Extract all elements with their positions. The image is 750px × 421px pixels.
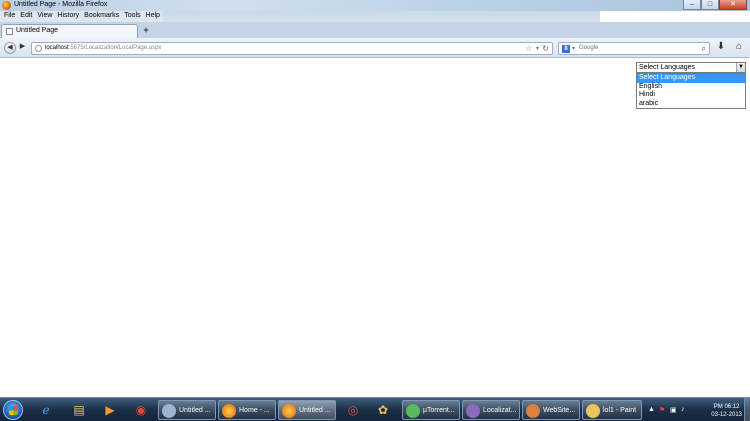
url-text[interactable]: localhost:5675/Localization/LocalPage.as… [45,45,161,51]
task-label: lol1 - Paint [603,407,637,414]
search-engine-icon[interactable]: 8 [562,45,570,53]
paint-icon [586,404,600,418]
task-label: Untitled ... [299,407,331,414]
search-input[interactable]: Google [579,45,598,51]
system-tray: ▲ ⚑ ▣ ♪ PM 06:12 03-12-2013 [645,400,750,420]
task-label: Home - ... [239,407,270,414]
language-option-select[interactable]: Select Languages [637,74,745,83]
app-icon [162,404,176,418]
menu-history[interactable]: History [55,11,82,22]
internet-explorer-icon[interactable]: ℯ [35,400,57,420]
menu-edit[interactable]: Edit [18,11,35,22]
search-engine-dropdown-icon[interactable]: ▾ [572,45,575,52]
menu-bar: File Edit View History Bookmarks Tools H… [0,11,163,22]
search-icon[interactable]: ⌕ [702,44,706,54]
clock-time: PM 06:12 [713,404,740,410]
language-option-hindi[interactable]: Hindi [637,91,745,100]
window-controls: – □ ✕ [683,0,747,10]
tray-expand-icon[interactable]: ▲ [648,406,655,413]
website-icon [526,404,540,418]
language-select[interactable]: Select Languages ▼ [636,62,746,73]
menu-file[interactable]: File [2,11,18,22]
navigation-bar: ◀ ▶ localhost:5675/Localization/LocalPag… [0,38,750,58]
language-option-arabic[interactable]: arabic [637,100,745,109]
utorrent-icon [406,404,420,418]
task-utorrent[interactable]: µTorrent... [402,400,460,420]
site-identity-icon[interactable] [35,45,42,52]
task-home[interactable]: Home - ... [218,400,276,420]
menu-bookmarks[interactable]: Bookmarks [82,11,122,22]
clock-date: 03-12-2013 [711,412,742,418]
bookmark-star-icon[interactable]: ☆ [525,44,532,53]
action-center-icon[interactable]: ⚑ [659,406,665,414]
menu-help[interactable]: Help [144,11,163,22]
chrome-icon[interactable]: ◉ [130,400,152,420]
volume-icon[interactable]: ♪ [681,406,685,413]
task-untitled-1[interactable]: Untitled ... [158,400,216,420]
close-button[interactable]: ✕ [719,0,747,10]
windows-logo-icon [9,406,18,415]
window-titlebar: Untitled Page - Mozilla Firefox – □ ✕ [0,0,750,11]
language-select-value: Select Languages [639,64,696,71]
url-path: :5675/Localization/LocalPage.aspx [68,45,162,51]
downloads-icon[interactable]: ⬇ [715,41,727,53]
forward-icon[interactable]: ▶ [17,42,28,54]
back-icon[interactable]: ◀ [4,42,16,54]
window-title: Untitled Page - Mozilla Firefox [14,1,108,8]
task-label: WebSite... [543,407,576,414]
menu-tools[interactable]: Tools [122,11,143,22]
task-label: Localizat... [483,407,517,414]
visual-studio-icon [466,404,480,418]
minimize-button[interactable]: – [683,0,701,10]
firefox-icon [222,404,236,418]
opera-icon[interactable]: ◎ [342,400,364,420]
show-desktop-button[interactable] [744,398,750,421]
firefox-icon [2,1,11,10]
tab-label: Untitled Page [16,27,59,34]
clock[interactable]: PM 06:12 03-12-2013 [711,403,742,419]
task-label: Untitled ... [179,407,211,414]
task-paint[interactable]: lol1 - Paint [582,400,642,420]
chevron-down-icon[interactable]: ▼ [736,63,745,72]
task-untitled-firefox[interactable]: Untitled ... [278,400,336,420]
firefox-icon [282,404,296,418]
reload-icon[interactable]: ↻ [542,44,549,53]
home-icon[interactable]: ⌂ [733,41,745,53]
task-localization[interactable]: Localizat... [462,400,520,420]
network-icon[interactable]: ▣ [670,406,677,414]
new-tab-button[interactable]: + [141,26,151,36]
flower-app-icon[interactable]: ✿ [372,400,394,420]
file-explorer-icon[interactable]: ▤ [68,400,90,420]
url-host: localhost [45,45,69,51]
tab-untitled-page[interactable]: Untitled Page [1,24,138,38]
language-options-list: Select Languages English Hindi arabic [636,73,746,109]
task-website[interactable]: WebSite... [522,400,580,420]
taskbar: ℯ ▤ ▶ ◉ Untitled ... Home - ... Untitled… [0,397,750,421]
url-history-dropdown-icon[interactable]: ▾ [536,45,539,52]
language-option-english[interactable]: English [637,83,745,92]
tab-strip: Untitled Page + [0,22,750,38]
start-button[interactable] [3,400,23,420]
page-icon [6,28,13,35]
url-bar[interactable]: localhost:5675/Localization/LocalPage.as… [31,42,553,55]
menu-view[interactable]: View [35,11,55,22]
search-bar[interactable]: 8 ▾ Google ⌕ [558,42,710,55]
maximize-button[interactable]: □ [701,0,719,10]
media-player-icon[interactable]: ▶ [99,400,121,420]
task-label: µTorrent... [423,407,455,414]
